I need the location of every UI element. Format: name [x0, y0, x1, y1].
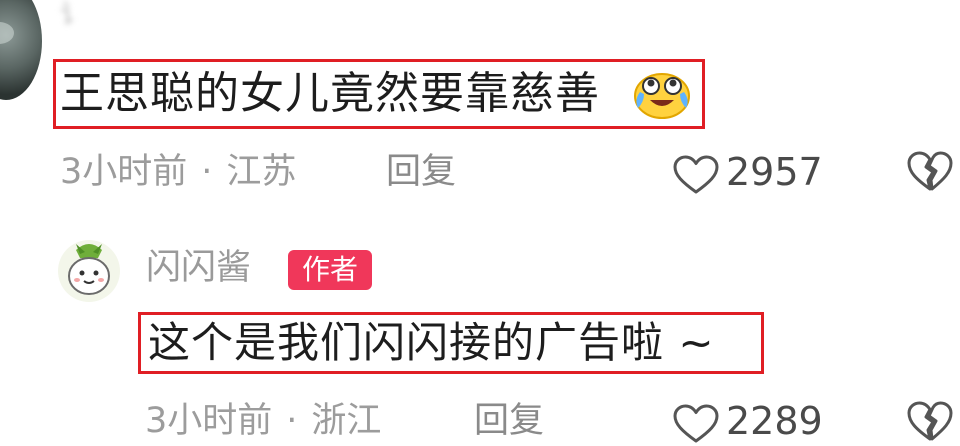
- author-badge: 作者: [288, 250, 372, 290]
- crying-laughing-emoji-icon: [634, 73, 690, 119]
- broken-heart-icon[interactable]: [906, 400, 954, 442]
- timestamp: 3小时前: [145, 401, 273, 441]
- location: 江苏: [226, 152, 297, 192]
- reply-button[interactable]: 回复: [386, 150, 456, 194]
- comment-text: 这个是我们闪闪接的广告啦 ~: [148, 318, 715, 367]
- username-blurred[interactable]: 讠: [60, 0, 90, 30]
- heart-icon: [673, 155, 719, 193]
- like-count: 2957: [726, 150, 823, 194]
- timestamp: 3小时前: [60, 152, 188, 192]
- comment-text: 王思聪的女儿竟然要靠慈善: [60, 68, 600, 119]
- separator: ·: [286, 401, 298, 441]
- like-button[interactable]: 2289: [672, 399, 823, 443]
- comment-meta: 3小时前 · 浙江: [145, 399, 381, 443]
- cartoon-avatar-icon: [68, 244, 110, 295]
- author-avatar[interactable]: [58, 240, 120, 302]
- broken-heart-icon[interactable]: [906, 150, 954, 192]
- heart-icon: [673, 404, 719, 442]
- username[interactable]: 闪闪酱: [146, 246, 251, 290]
- location: 浙江: [311, 401, 382, 441]
- like-count: 2289: [726, 399, 823, 443]
- comment-meta: 3小时前 · 江苏: [60, 150, 296, 194]
- comment-thread: 讠 王思聪的女儿竟然要靠慈善 3小时前 · 江苏 回复 2957 闪闪酱 作者 …: [0, 0, 960, 446]
- reply-button[interactable]: 回复: [474, 399, 544, 443]
- like-button[interactable]: 2957: [672, 150, 823, 194]
- avatar[interactable]: [0, 0, 42, 100]
- separator: ·: [201, 152, 213, 192]
